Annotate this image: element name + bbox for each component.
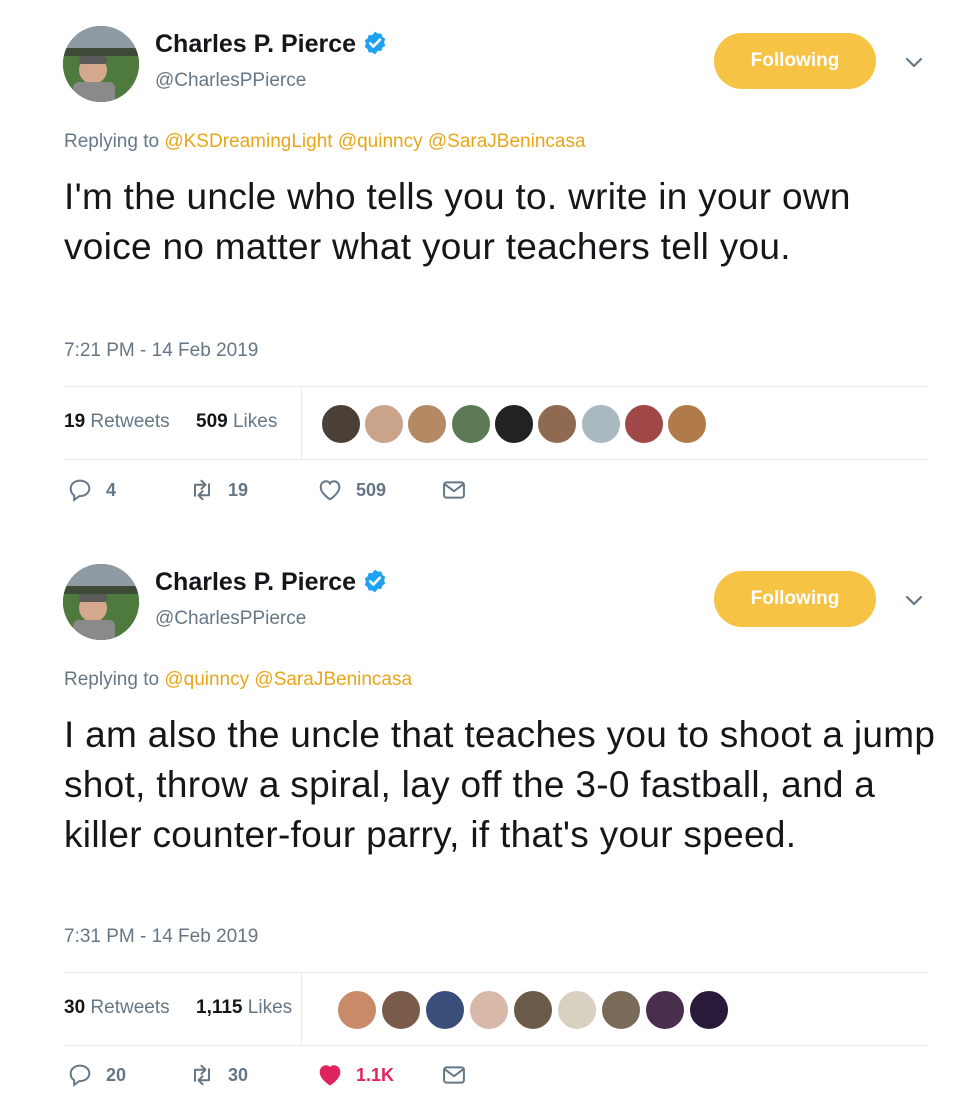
envelope-icon [443,1066,465,1084]
mention-link[interactable]: @quinncy [338,131,423,152]
engagement-stats: 19 Retweets 509 Likes [64,386,928,460]
verified-badge-icon [364,31,386,55]
liker-avatar[interactable] [600,989,642,1031]
liker-avatar[interactable] [336,989,378,1031]
retweet-icon [194,1064,210,1086]
liker-avatar[interactable] [380,989,422,1031]
tweet-text: I am also the uncle that teaches you to … [64,714,936,855]
heart-icon [319,480,341,501]
divider [301,387,302,459]
mention-link[interactable]: @SaraJBenincasa [428,131,586,152]
replying-to-label: Replying to [64,131,160,152]
display-name[interactable]: Charles P. Pierce [155,568,388,597]
liker-avatar[interactable] [468,989,510,1031]
reply-button[interactable]: 20 [66,1061,126,1089]
engagement-stats: 30 Retweets 1,115 Likes [64,972,928,1046]
liker-avatar[interactable] [580,403,622,445]
envelope-icon [443,481,465,499]
mention-link[interactable]: @KSDreamingLight [164,131,332,152]
liker-avatar[interactable] [688,989,730,1031]
user-handle[interactable]: @CharlesPPierce [155,608,306,630]
liker-avatar[interactable] [320,403,362,445]
replying-to: Replying to @KSDreamingLight @quinncy @S… [64,131,586,153]
display-name[interactable]: Charles P. Pierce [155,30,388,59]
retweet-button[interactable]: 30 [188,1061,248,1089]
liker-avatar[interactable] [363,403,405,445]
retweet-button[interactable]: 19 [188,476,248,504]
liker-avatar[interactable] [556,989,598,1031]
retweet-icon [194,479,210,501]
like-count[interactable]: 509 Likes [196,411,277,433]
liker-avatar[interactable] [450,403,492,445]
replying-to-label: Replying to [64,669,160,690]
like-button[interactable]: 509 [316,476,386,504]
mention-link[interactable]: @quinncy [164,669,249,690]
following-button[interactable]: Following [714,33,876,89]
reply-icon [69,479,91,502]
following-button[interactable]: Following [714,571,876,627]
retweet-count[interactable]: 30 Retweets [64,997,170,1019]
verified-badge-icon [364,569,386,593]
avatar[interactable] [63,564,139,640]
liker-avatar[interactable] [493,403,535,445]
direct-message-button[interactable] [440,476,468,504]
liker-avatar[interactable] [406,403,448,445]
liker-avatar[interactable] [623,403,665,445]
user-handle[interactable]: @CharlesPPierce [155,70,306,92]
timestamp[interactable]: 7:21 PM - 14 Feb 2019 [64,340,258,362]
liker-avatar[interactable] [666,403,708,445]
tweet-actions: 4 19 509 [64,476,664,516]
avatar[interactable] [63,26,139,102]
divider [301,973,302,1045]
liker-avatar[interactable] [424,989,466,1031]
heart-icon [319,1065,341,1086]
tweet-actions: 20 30 1.1K [64,1061,664,1101]
liker-avatar[interactable] [644,989,686,1031]
like-count[interactable]: 1,115 Likes [196,997,292,1019]
replying-to: Replying to @quinncy @SaraJBenincasa [64,669,412,691]
liker-avatar[interactable] [536,403,578,445]
like-button[interactable]: 1.1K [316,1061,394,1089]
reply-icon [69,1064,91,1087]
direct-message-button[interactable] [440,1061,468,1089]
reply-button[interactable]: 4 [66,476,116,504]
mention-link[interactable]: @SaraJBenincasa [254,669,412,690]
liker-avatar[interactable] [512,989,554,1031]
timestamp[interactable]: 7:31 PM - 14 Feb 2019 [64,926,258,948]
chevron-down-icon[interactable] [900,50,928,74]
retweet-count[interactable]: 19 Retweets [64,411,170,433]
chevron-down-icon[interactable] [900,588,928,612]
tweet-text: I'm the uncle who tells you to. write in… [64,176,851,267]
